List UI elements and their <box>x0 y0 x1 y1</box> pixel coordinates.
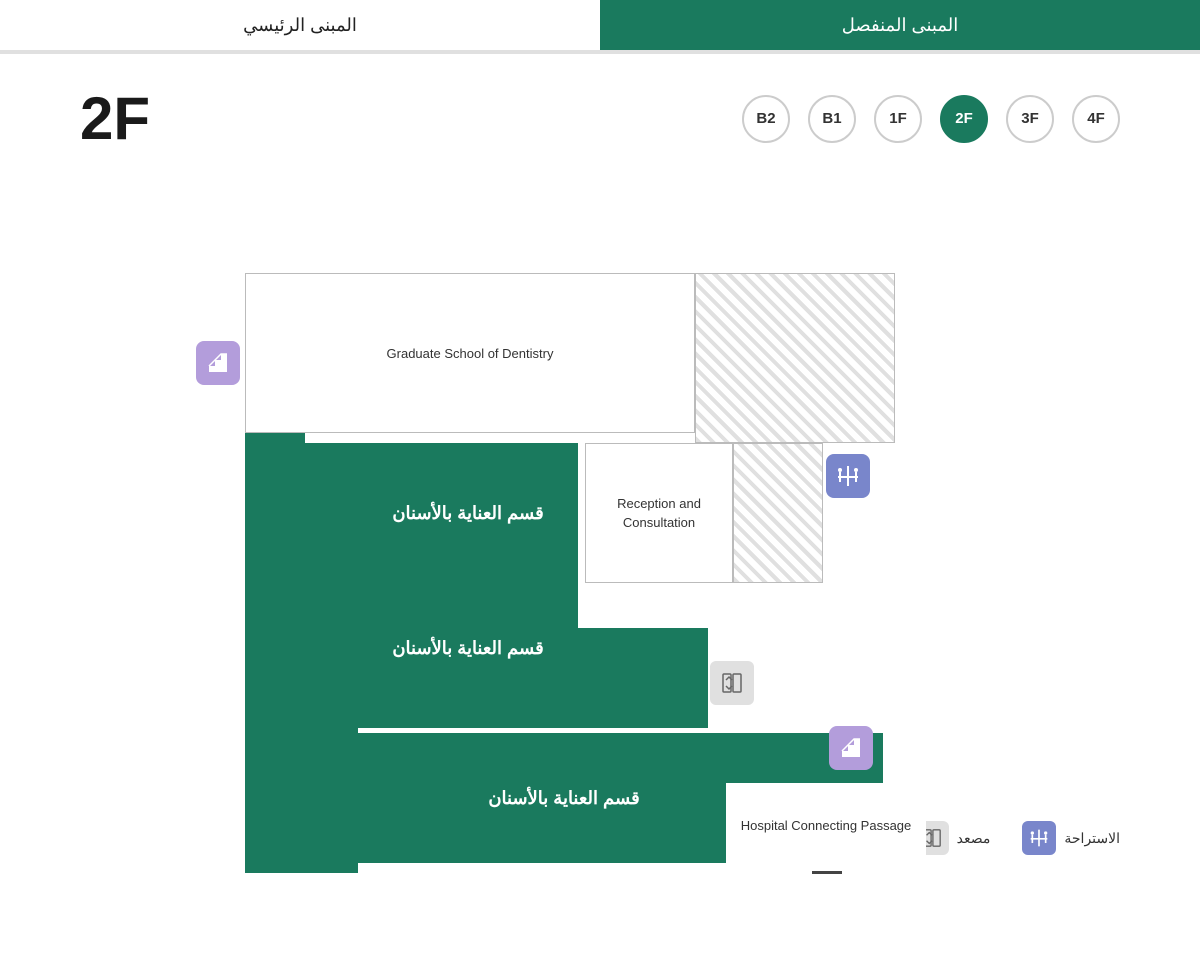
floor-btn-4f[interactable]: 4F <box>1072 95 1120 143</box>
reception-label: Reception andConsultation <box>617 494 701 533</box>
floor-btn-b2[interactable]: B2 <box>742 95 790 143</box>
legend-elevator-label: مصعد <box>957 830 991 847</box>
legend-restroom: الاستراحة <box>1022 821 1120 855</box>
dental-care-1-label: قسم العناية بالأسنان <box>392 503 543 524</box>
tab-annex-building[interactable]: المبنى المنفصل <box>600 0 1200 50</box>
reception-hatched <box>733 443 823 583</box>
dental-care-room-2: قسم العناية بالأسنان <box>358 568 578 728</box>
legend-elevator: مصعد <box>915 821 991 855</box>
hospital-passage-room: Hospital Connecting Passage <box>726 783 926 868</box>
stair-left-icon[interactable] <box>196 341 240 385</box>
stair-right-icon[interactable] <box>829 726 873 770</box>
floor-nav-area: 2F B2 B1 1F 2F 3F 4F <box>0 54 1200 163</box>
floor-buttons: B2 B1 1F 2F 3F 4F <box>742 95 1120 143</box>
header: المبنى الرئيسي المبنى المنفصل <box>0 0 1200 52</box>
tab-main-building[interactable]: المبنى الرئيسي <box>0 0 600 50</box>
stair-svg-left <box>207 352 229 374</box>
floor-map: Graduate School of Dentistry قسم العناية… <box>0 173 1200 813</box>
legend-restroom-svg <box>1029 828 1049 848</box>
hatched-room-top <box>695 273 895 443</box>
tab-main-label: المبنى الرئيسي <box>243 15 357 36</box>
passage-line <box>812 871 842 874</box>
floor-btn-3f[interactable]: 3F <box>1006 95 1054 143</box>
stair-svg-right <box>840 737 862 759</box>
dental-care-2-label: قسم العناية بالأسنان <box>392 638 543 659</box>
floor-btn-2f[interactable]: 2F <box>940 95 988 143</box>
floor-btn-1f[interactable]: 1F <box>874 95 922 143</box>
elevator-svg <box>721 672 743 694</box>
dental-care-room-1: قسم العناية بالأسنان <box>358 443 578 583</box>
current-floor-label: 2F <box>80 84 150 153</box>
elevator-center-icon[interactable] <box>710 661 754 705</box>
dental-care-3-label: قسم العناية بالأسنان <box>488 788 639 809</box>
graduate-school-room: Graduate School of Dentistry <box>245 273 695 433</box>
hospital-passage-label: Hospital Connecting Passage <box>741 816 912 836</box>
restroom-top-icon[interactable] <box>826 454 870 498</box>
legend-restroom-icon <box>1022 821 1056 855</box>
tab-annex-label: المبنى المنفصل <box>842 15 958 36</box>
restroom-svg-top <box>836 464 860 488</box>
reception-room: Reception andConsultation <box>585 443 733 583</box>
teal-middle-right-block <box>578 628 708 728</box>
floor-btn-b1[interactable]: B1 <box>808 95 856 143</box>
graduate-school-label: Graduate School of Dentistry <box>387 346 554 361</box>
legend-restroom-label: الاستراحة <box>1064 830 1120 847</box>
